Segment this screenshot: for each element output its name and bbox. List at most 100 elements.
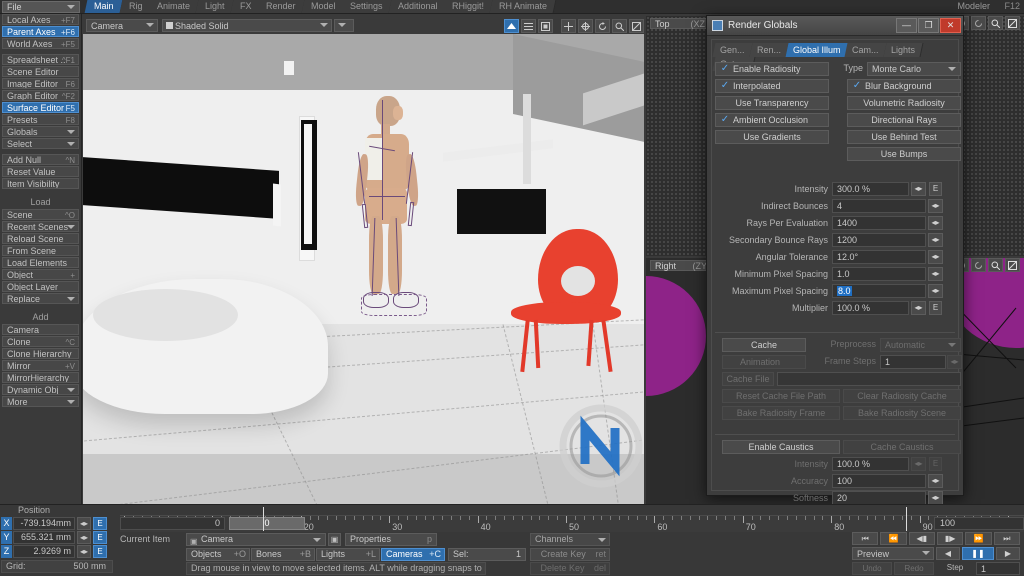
caustics-intensity-field[interactable]: 100.0 % xyxy=(832,457,909,471)
secondary-bounce-rays-spinner[interactable]: ◂▸ xyxy=(928,233,943,247)
multiplier-field[interactable]: 100.0 % xyxy=(832,301,909,315)
dialog-title-bar[interactable]: Render Globals — ❐ ✕ xyxy=(707,16,963,36)
step-back-fast-button[interactable]: ⏪ xyxy=(880,532,907,545)
shading-extra-dropdown[interactable] xyxy=(334,19,354,32)
dialog-tab-cam[interactable]: Cam... xyxy=(844,43,888,57)
maximize-icon[interactable] xyxy=(1005,258,1020,272)
sidebar-item-mirrorhierarchy[interactable]: MirrorHierarchy xyxy=(2,372,79,383)
caustics-softness-spinner[interactable]: ◂▸ xyxy=(928,491,943,505)
maximum-pixel-spacing-spinner[interactable]: ◂▸ xyxy=(928,284,943,298)
sidebar-item-more[interactable]: More xyxy=(2,396,79,407)
axis-value-field[interactable]: -739.194mm xyxy=(13,517,75,530)
zoom-icon[interactable] xyxy=(612,19,627,33)
sidebar-item-object[interactable]: Object + xyxy=(2,269,79,280)
axis-value-field[interactable]: 2.9269 m xyxy=(13,545,75,558)
sidebar-item-image-editor[interactable]: Image Editor F6 xyxy=(2,78,79,89)
maximum-pixel-spacing-field[interactable]: 8.0 xyxy=(832,284,926,298)
channels-dropdown[interactable]: Channels xyxy=(530,533,610,546)
preprocess-dropdown[interactable]: Automatic xyxy=(880,338,961,352)
right-viewport-label[interactable]: Right (ZY xyxy=(650,260,712,271)
sidebar-item-from-scene[interactable]: From Scene xyxy=(2,245,79,256)
current-item-dropdown[interactable]: ▣ Camera xyxy=(186,533,326,546)
sidebar-item-item-visibility[interactable]: Item Visibility xyxy=(2,178,79,189)
delete-key-button[interactable]: Delete Key del xyxy=(530,562,610,575)
sidebar-item-world-axes[interactable]: World Axes +F5 xyxy=(2,38,79,49)
minimize-icon[interactable]: — xyxy=(896,18,917,33)
sidebar-item-dynamic-obj[interactable]: Dynamic Obj xyxy=(2,384,79,395)
list-icon[interactable] xyxy=(521,19,536,33)
sidebar-item-scene[interactable]: Scene ^O xyxy=(2,209,79,220)
sidebar-item-surface-editor[interactable]: Surface Editor F5 xyxy=(2,102,79,113)
rotate-icon[interactable] xyxy=(971,258,986,272)
file-menu-button[interactable]: File xyxy=(2,1,80,13)
timeline[interactable]: 0102030405060708090100 0 0 100 xyxy=(120,507,1024,532)
sidebar-item-scene-editor[interactable]: Scene Editor xyxy=(2,66,79,77)
step-forward-fast-button[interactable]: ⏩ xyxy=(965,532,992,545)
pan-icon[interactable] xyxy=(578,19,593,33)
rotate-icon[interactable] xyxy=(595,19,610,33)
go-to-end-button[interactable]: ⏭ xyxy=(993,532,1020,545)
play-forward-button[interactable]: ▶ xyxy=(996,547,1020,560)
enable-caustics-button[interactable]: Enable Caustics xyxy=(722,440,840,454)
grid-icon[interactable] xyxy=(538,19,553,33)
caustics-accuracy-spinner[interactable]: ◂▸ xyxy=(928,474,943,488)
timeline-end-marker[interactable] xyxy=(906,507,907,531)
maximize-icon[interactable]: ❐ xyxy=(918,18,939,33)
create-key-button[interactable]: Create Key ret xyxy=(530,548,610,561)
main-tab-model[interactable]: Model xyxy=(301,0,345,13)
caustics-intensity-envelope-button[interactable]: E xyxy=(929,457,942,471)
reset-cache-path-button[interactable]: Reset Cache File Path xyxy=(722,389,840,403)
axis-spinner[interactable]: ◂▸ xyxy=(77,517,91,530)
indirect-bounces-field[interactable]: 4 xyxy=(832,199,926,213)
sidebar-item-globals[interactable]: Globals xyxy=(2,126,79,137)
sidebar-item-local-axes[interactable]: Local Axes +F7 xyxy=(2,14,79,25)
sidebar-item-graph-editor[interactable]: Graph Editor ^F2 xyxy=(2,90,79,101)
caustics-softness-field[interactable]: 20 xyxy=(832,491,926,505)
axis-spinner[interactable]: ◂▸ xyxy=(77,531,91,544)
view-select-dropdown[interactable]: Camera View xyxy=(86,19,158,43)
angular-tolerance-spinner[interactable]: ◂▸ xyxy=(928,250,943,264)
axis-envelope-button[interactable]: E xyxy=(93,531,107,544)
render-globals-dialog[interactable]: Render Globals — ❐ ✕ Gen... Ren... Global … xyxy=(706,15,964,505)
main-tab-rh-animate[interactable]: RH Animate xyxy=(489,0,557,13)
sidebar-item-presets[interactable]: Presets F8 xyxy=(2,114,79,125)
select-mode-bones[interactable]: Bones +B xyxy=(251,548,315,561)
sidebar-item-spreadsheet[interactable]: Spreadsheet .. ^F1 xyxy=(2,54,79,65)
intensity-envelope-button[interactable]: E xyxy=(929,182,942,196)
axis-value-field[interactable]: 655.321 mm xyxy=(13,531,75,544)
step-forward-button[interactable]: ▮▶ xyxy=(936,532,964,545)
select-mode-lights[interactable]: Lights +L xyxy=(316,548,380,561)
cache-button[interactable]: Cache xyxy=(722,338,806,352)
use-gradients-toggle[interactable]: Use Gradients xyxy=(715,130,829,144)
cache-file-field[interactable] xyxy=(777,372,961,386)
sidebar-item-load-elements[interactable]: Load Elements xyxy=(2,257,79,268)
interpolated-toggle[interactable]: ✓ Interpolated xyxy=(715,79,829,93)
clear-radiosity-cache-button[interactable]: Clear Radiosity Cache xyxy=(843,389,961,403)
dialog-tab-ren[interactable]: Ren... xyxy=(749,43,790,57)
frame-steps-spinner[interactable]: ◂▸ xyxy=(947,355,962,369)
sidebar-item-reset-value[interactable]: Reset Value xyxy=(2,166,79,177)
sidebar-item-object-layer[interactable]: Object Layer xyxy=(2,281,79,292)
minimum-pixel-spacing-field[interactable]: 1.0 xyxy=(832,267,926,281)
bake-radiosity-scene-button[interactable]: Bake Radiosity Scene xyxy=(843,406,961,420)
main-tab-light[interactable]: Light xyxy=(195,0,234,13)
sidebar-item-reload-scene[interactable]: Reload Scene xyxy=(2,233,79,244)
step-back-button[interactable]: ◀▮ xyxy=(908,532,935,545)
sidebar-item-select[interactable]: Select xyxy=(2,138,79,149)
sidebar-item-camera[interactable]: Camera xyxy=(2,324,79,335)
main-tab-settings[interactable]: Settings xyxy=(340,0,393,13)
dialog-tab-global-illum[interactable]: Global Illum xyxy=(785,43,849,57)
multiplier-envelope-button[interactable]: E xyxy=(929,301,942,315)
secondary-bounce-rays-field[interactable]: 1200 xyxy=(832,233,926,247)
frame-steps-field[interactable]: 1 xyxy=(880,355,946,369)
sidebar-item-add-null[interactable]: Add Null ^N xyxy=(2,154,79,165)
bake-radiosity-frame-button[interactable]: Bake Radiosity Frame xyxy=(722,406,840,420)
sidebar-item-clone-hierarchy[interactable]: Clone Hierarchy xyxy=(2,348,79,359)
camera-icon[interactable] xyxy=(504,19,519,33)
close-icon[interactable]: ✕ xyxy=(940,18,961,33)
item-options-button[interactable]: ▣ xyxy=(328,533,341,546)
main-tab-main[interactable]: Main xyxy=(84,0,123,13)
use-behind-test-toggle[interactable]: Use Behind Test xyxy=(847,130,961,144)
rotate-icon[interactable] xyxy=(971,16,986,30)
main-tab-animate[interactable]: Animate xyxy=(147,0,200,13)
